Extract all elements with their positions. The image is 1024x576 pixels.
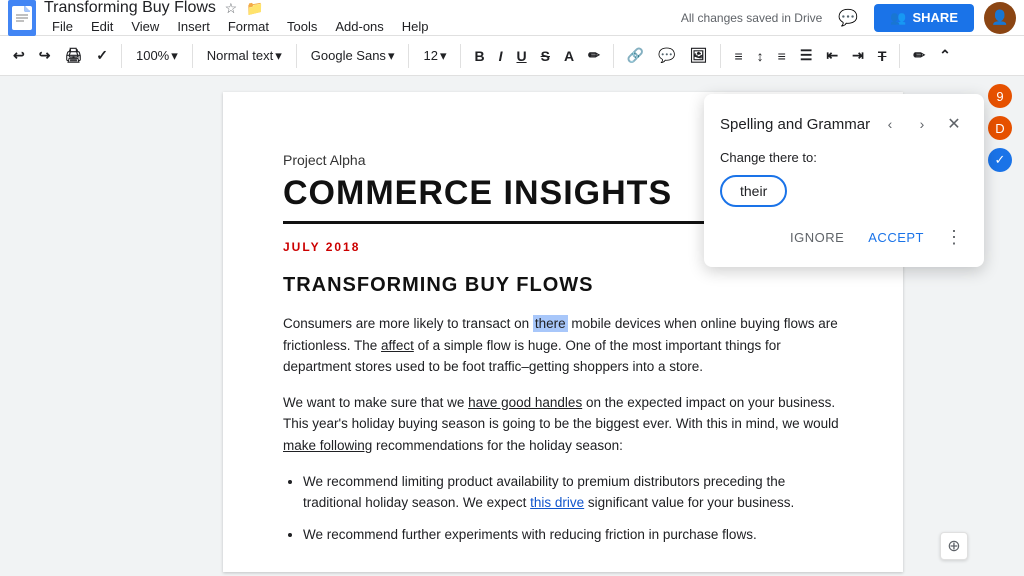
underline-following: make following	[283, 438, 372, 453]
user-avatar[interactable]: 👤	[984, 2, 1016, 34]
menu-format[interactable]: Format	[220, 17, 277, 36]
menu-edit[interactable]: Edit	[83, 17, 121, 36]
menu-help[interactable]: Help	[394, 17, 437, 36]
clear-format-btn[interactable]: T	[873, 45, 892, 67]
highlight-btn[interactable]: ✏	[583, 44, 605, 67]
style-value: Normal text	[207, 48, 273, 63]
left-sidebar	[0, 76, 150, 576]
divider3	[296, 44, 297, 68]
menu-file[interactable]: File	[44, 17, 81, 36]
bullet-item-2: We recommend further experiments with re…	[303, 524, 843, 546]
divider4	[408, 44, 409, 68]
divider6	[613, 44, 614, 68]
panel-title: Spelling and Grammar	[720, 116, 870, 133]
share-label: SHARE	[912, 10, 958, 25]
change-label: Change there to:	[720, 150, 968, 165]
share-button[interactable]: 👥 SHARE	[874, 4, 974, 32]
doc-title-text[interactable]: Transforming Buy Flows	[44, 0, 216, 17]
redo-btn[interactable]: ↪	[34, 44, 56, 67]
more-options-btn[interactable]: ⋮	[940, 223, 968, 251]
panel-close-btn[interactable]: ✕	[940, 110, 968, 138]
paragraph-2: We want to make sure that we have good h…	[283, 392, 843, 457]
sidebar-icon-2[interactable]: D	[988, 116, 1012, 140]
image-btn[interactable]: 🖼	[685, 44, 713, 67]
comments-button[interactable]: 💬	[832, 2, 864, 34]
scroll-to-bottom-btn[interactable]: ⊕	[940, 532, 968, 560]
numbered-list-btn[interactable]: ≡	[773, 45, 791, 67]
divider7	[720, 44, 721, 68]
zoom-value: 100%	[136, 48, 169, 63]
divider1	[121, 44, 122, 68]
size-value: 12	[423, 48, 437, 63]
menu-insert[interactable]: Insert	[169, 17, 218, 36]
panel-prev-btn[interactable]: ‹	[876, 110, 904, 138]
section-title: TRANSFORMING BUY FLOWS	[283, 274, 843, 297]
menubar: File Edit View Insert Format Tools Add-o…	[44, 17, 681, 36]
divider8	[899, 44, 900, 68]
accept-button[interactable]: ACCEPT	[860, 224, 932, 251]
panel-nav: ‹ › ✕	[876, 110, 968, 138]
suggestion-pill[interactable]: their	[720, 175, 787, 207]
toolbar: ↩ ↪ 🖨 ✓ 100% ▾ Normal text ▾ Google Sans…	[0, 36, 1024, 76]
doc-icon	[8, 0, 36, 36]
indent-more-btn[interactable]: ⇥	[847, 44, 869, 67]
titlebar: Transforming Buy Flows ☆ 📁 File Edit Vie…	[0, 0, 1024, 36]
paragraph-1: Consumers are more likely to transact on…	[283, 313, 843, 378]
highlighted-word: there	[533, 315, 568, 332]
bullet-list: We recommend limiting product availabili…	[303, 471, 843, 546]
bold-btn[interactable]: B	[469, 45, 489, 67]
underline-affect: affect	[381, 338, 414, 353]
line-spacing-btn[interactable]: ↕	[752, 45, 769, 67]
italic-btn[interactable]: I	[494, 45, 508, 67]
font-value: Google Sans	[311, 48, 386, 63]
spelling-grammar-panel: Spelling and Grammar ‹ › ✕ Change there …	[704, 94, 984, 267]
menu-view[interactable]: View	[123, 17, 167, 36]
divider2	[192, 44, 193, 68]
spellcheck-btn[interactable]: ✓	[91, 44, 113, 67]
header-right: All changes saved in Drive 💬 👥 SHARE 👤	[681, 2, 1016, 34]
sidebar-icon-3[interactable]: ✓	[988, 148, 1012, 172]
bullet-item-1: We recommend limiting product availabili…	[303, 471, 843, 514]
ignore-button[interactable]: IGNORE	[782, 224, 852, 251]
panel-next-btn[interactable]: ›	[908, 110, 936, 138]
drawing-btn[interactable]: ✏	[908, 44, 930, 67]
style-select[interactable]: Normal text ▾	[201, 44, 288, 68]
title-area: Transforming Buy Flows ☆ 📁 File Edit Vie…	[44, 0, 681, 36]
menu-addons[interactable]: Add-ons	[327, 17, 391, 36]
bullet-list-btn[interactable]: ☰	[795, 44, 818, 67]
underline-btn[interactable]: U	[511, 45, 531, 67]
undo-btn[interactable]: ↩	[8, 44, 30, 67]
saved-status: All changes saved in Drive	[681, 11, 822, 25]
link-btn[interactable]: 🔗	[622, 44, 649, 67]
panel-header: Spelling and Grammar ‹ › ✕	[720, 110, 968, 138]
font-size[interactable]: 12 ▾	[417, 44, 452, 68]
zoom-select[interactable]: 100% ▾	[130, 44, 184, 68]
star-icon[interactable]: ☆	[222, 0, 240, 17]
align-btn[interactable]: ≡	[729, 45, 747, 67]
folder-icon[interactable]: 📁	[246, 0, 264, 17]
sidebar-icon-1[interactable]: 9	[988, 84, 1012, 108]
print-btn[interactable]: 🖨	[59, 44, 87, 67]
this-drive-link[interactable]: this drive	[530, 495, 584, 510]
divider5	[460, 44, 461, 68]
underline-handles: have good handles	[468, 395, 582, 410]
panel-actions: IGNORE ACCEPT ⋮	[720, 223, 968, 251]
doc-title: Transforming Buy Flows ☆ 📁	[44, 0, 681, 17]
comment-btn[interactable]: 💬	[653, 44, 680, 67]
menu-tools[interactable]: Tools	[279, 17, 325, 36]
text-color-btn[interactable]: A	[559, 45, 579, 67]
strikethrough-btn[interactable]: S	[536, 45, 555, 67]
font-select[interactable]: Google Sans ▾	[305, 44, 401, 68]
indent-less-btn[interactable]: ⇤	[821, 44, 843, 67]
more-formats-btn[interactable]: ⌃	[934, 44, 956, 67]
